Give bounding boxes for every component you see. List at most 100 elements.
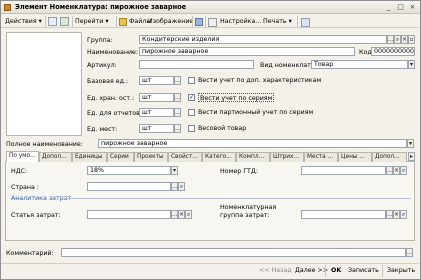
close-button[interactable]: Закрыть	[387, 266, 415, 276]
toolbar-separator	[45, 16, 46, 27]
series-checkbox[interactable]: ✓	[188, 94, 195, 101]
search-icon[interactable]: ⌕	[185, 210, 192, 219]
select-button[interactable]: ...	[174, 76, 181, 85]
print-icon[interactable]	[208, 18, 217, 27]
vat-field[interactable]: 18%	[87, 166, 171, 175]
tab-series[interactable]: Серии	[107, 152, 134, 162]
storage-unit-field[interactable]: шт	[139, 93, 174, 102]
clear-icon[interactable]: ×	[178, 210, 185, 219]
comment-field[interactable]	[61, 248, 406, 257]
cost-item-label: Статья затрат:	[11, 212, 61, 219]
gtd-label: Номер ГТД:	[220, 168, 258, 175]
footer-separator	[325, 265, 326, 277]
back-button[interactable]: << Назад	[259, 266, 292, 276]
weight-label: Весовой товар	[198, 125, 247, 132]
help-icon[interactable]	[301, 18, 310, 27]
select-button[interactable]: ...	[174, 108, 181, 117]
image-area[interactable]	[6, 32, 82, 136]
name-field[interactable]: пирожное заварное	[139, 47, 355, 56]
maximize-icon[interactable]: □	[396, 3, 405, 12]
nomgroup-label: Номенклатурная группа затрат:	[220, 204, 277, 219]
image-button[interactable]: Изображение	[148, 17, 193, 26]
chevron-down-icon[interactable]: ▾	[407, 139, 414, 148]
report-unit-field[interactable]: шт	[139, 108, 174, 117]
refresh-icon[interactable]	[60, 17, 69, 26]
series-label: Вести учет по сериям	[198, 93, 275, 102]
storage-unit-label: Ед. хран. ост.:	[87, 95, 135, 102]
tab-prices[interactable]: Цены ...	[338, 152, 372, 162]
tab-units[interactable]: Единицы	[72, 152, 107, 162]
select-button[interactable]: ...	[387, 35, 394, 44]
clear-icon[interactable]: ×	[393, 210, 400, 219]
title-bar[interactable]: Элемент Номенклатура: пирожное заварное …	[1, 1, 420, 14]
cost-item-field[interactable]	[87, 210, 171, 219]
code-field[interactable]: 00000000003	[371, 47, 415, 56]
report-unit-label: Ед. для отчетов:	[87, 110, 142, 117]
select-button[interactable]: ...	[171, 210, 178, 219]
tab-extra[interactable]: Допол...	[372, 152, 407, 162]
select-button[interactable]: ...	[174, 124, 181, 133]
article-label: Артикул:	[87, 62, 117, 69]
minimize-icon[interactable]: _	[384, 3, 393, 12]
search-icon[interactable]: ⌕	[400, 166, 407, 175]
place-unit-field[interactable]: шт	[139, 124, 174, 133]
tab-projects[interactable]: Проекты	[134, 152, 168, 162]
full-name-field[interactable]: пирожное заварное	[98, 139, 407, 148]
clear-icon[interactable]: ×	[401, 35, 408, 44]
tab-sets[interactable]: Компл...	[236, 152, 270, 162]
batch-checkbox[interactable]	[188, 109, 195, 116]
tab-scroll-icon[interactable]: ▸	[408, 152, 415, 161]
country-label: Страна :	[11, 184, 40, 191]
search-icon[interactable]: ⌕	[394, 35, 401, 44]
chevron-down-icon[interactable]: ▾	[408, 60, 415, 69]
go-menu[interactable]: Перейти ▾	[75, 17, 109, 26]
country-field[interactable]	[87, 182, 171, 191]
copy-icon[interactable]	[48, 17, 57, 26]
select-button[interactable]: ...	[171, 182, 178, 191]
toolbar-separator	[72, 16, 73, 27]
name-label: Наименование:	[87, 49, 139, 56]
select-button[interactable]: ...	[386, 210, 393, 219]
vat-label: НДС:	[11, 168, 28, 175]
toolbar-separator	[116, 16, 117, 27]
write-button[interactable]: Записать	[348, 266, 379, 276]
ok-button[interactable]: OK	[331, 266, 341, 276]
full-name-label: Полное наименование:	[6, 141, 83, 148]
help-icon[interactable]	[195, 18, 203, 26]
tab-additional[interactable]: Допол...	[39, 152, 72, 162]
footer-separator	[382, 265, 383, 277]
kind-field[interactable]: Товар	[311, 60, 408, 69]
article-field[interactable]	[139, 60, 254, 69]
nomgroup-field[interactable]	[301, 210, 386, 219]
weight-checkbox[interactable]	[188, 125, 195, 132]
characteristics-checkbox[interactable]	[188, 77, 195, 84]
gtd-field[interactable]	[301, 166, 386, 175]
tab-properties[interactable]: Свойст...	[168, 152, 202, 162]
close-icon[interactable]: ×	[408, 3, 417, 12]
select-button[interactable]: ...	[386, 166, 393, 175]
tab-default[interactable]: По умо...	[6, 151, 39, 162]
toolbar-separator	[205, 16, 206, 27]
batch-label: Вести партионный учет по сериям	[198, 109, 314, 116]
tab-categories[interactable]: Катего...	[202, 152, 236, 162]
comment-label: Комментарий:	[6, 250, 54, 257]
go-label: Перейти	[75, 18, 104, 25]
window-title: Элемент Номенклатура: пирожное заварное	[15, 3, 187, 11]
section-divider	[63, 198, 411, 199]
search-icon[interactable]: ⌕	[178, 182, 185, 191]
search-icon[interactable]: ⌕	[400, 210, 407, 219]
next-button[interactable]: Далее >>	[295, 266, 328, 276]
print-menu[interactable]: Печать ▾	[263, 17, 292, 26]
open-icon[interactable]: ▫	[408, 35, 415, 44]
select-button[interactable]: ...	[174, 93, 181, 102]
actions-menu[interactable]: Действия ▾	[5, 17, 42, 26]
settings-button[interactable]: Настройка...	[220, 17, 261, 26]
tab-places[interactable]: Места ...	[304, 152, 338, 162]
base-unit-field[interactable]: шт	[139, 76, 174, 85]
group-field[interactable]: Кондитерские изделия	[139, 35, 387, 44]
group-label: Группа:	[87, 37, 113, 44]
tab-barcodes[interactable]: Штрих...	[270, 152, 304, 162]
clear-icon[interactable]: ×	[393, 166, 400, 175]
select-button[interactable]: ...	[406, 248, 413, 257]
chevron-down-icon[interactable]: ▾	[171, 166, 178, 175]
